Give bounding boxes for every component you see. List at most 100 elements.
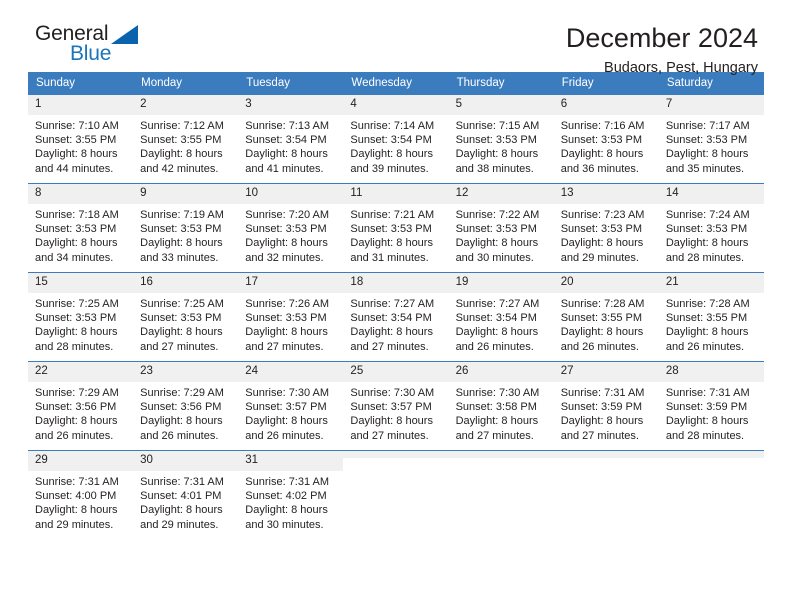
page-header: General Blue December 2024 Budaors, Pest…	[28, 0, 764, 76]
calendar-day-cell-empty	[343, 450, 449, 539]
day-daylight2-text: and 26 minutes.	[140, 429, 219, 442]
day-sunrise-text: Sunrise: 7:30 AM	[455, 387, 540, 399]
day-sunset-text: Sunset: 3:53 PM	[455, 134, 537, 147]
calendar-day-cell[interactable]: 11 Sunrise: 7:21 AM Sunset: 3:53 PM Dayligh…	[343, 183, 449, 273]
calendar-day-cell[interactable]: 15 Sunrise: 7:25 AM Sunset: 3:53 PM Dayligh…	[28, 272, 134, 362]
day-sunrise-text: Sunrise: 7:22 AM	[455, 209, 540, 221]
day-sunset-text: Sunset: 3:56 PM	[140, 401, 222, 414]
day-sun-info	[659, 458, 764, 462]
calendar-day-cell[interactable]: 24 Sunrise: 7:30 AM Sunset: 3:57 PM Dayligh…	[238, 361, 344, 451]
day-sunset-text: Sunset: 3:55 PM	[35, 134, 117, 147]
day-sunrise-text: Sunrise: 7:25 AM	[35, 298, 119, 310]
calendar-day-cell[interactable]: 9 Sunrise: 7:19 AM Sunset: 3:53 PM Daylight…	[133, 183, 239, 273]
day-sunset-text: Sunset: 3:55 PM	[140, 134, 222, 147]
calendar-day-cell[interactable]: 30 Sunrise: 7:31 AM Sunset: 4:01 PM Dayligh…	[133, 450, 239, 539]
day-sunrise-text: Sunrise: 7:31 AM	[560, 387, 645, 399]
calendar-day-cell[interactable]: 1 Sunrise: 7:10 AM Sunset: 3:55 PM Daylight…	[28, 94, 134, 184]
day-daylight2-text: and 34 minutes.	[35, 251, 114, 264]
calendar-day-cell[interactable]: 14 Sunrise: 7:24 AM Sunset: 3:53 PM Dayligh…	[658, 183, 764, 273]
title-block: December 2024 Budaors, Pest, Hungary	[566, 22, 764, 78]
day-daylight2-text: and 44 minutes.	[35, 162, 114, 175]
day-sunrise-text: Sunrise: 7:28 AM	[560, 298, 645, 310]
day-sunset-text: Sunset: 3:59 PM	[560, 401, 643, 414]
day-sun-info: Sunrise: 7:13 AM Sunset: 3:54 PM Daylight:…	[238, 115, 343, 176]
day-sun-info: Sunrise: 7:31 AM Sunset: 3:59 PM Daylight:…	[659, 382, 764, 443]
calendar-day-cell-empty	[553, 450, 659, 539]
calendar-day-cell[interactable]: 16 Sunrise: 7:25 AM Sunset: 3:53 PM Dayligh…	[133, 272, 239, 362]
day-sunset-text: Sunset: 4:01 PM	[140, 490, 222, 503]
weekday-header-tuesday: Tuesday	[238, 72, 344, 95]
day-sunset-text: Sunset: 3:53 PM	[455, 223, 537, 236]
calendar-day-cell[interactable]: 22 Sunrise: 7:29 AM Sunset: 3:56 PM Dayligh…	[28, 361, 134, 451]
calendar-day-cell[interactable]: 18 Sunrise: 7:27 AM Sunset: 3:54 PM Dayligh…	[343, 272, 449, 362]
calendar-day-cell[interactable]: 6 Sunrise: 7:16 AM Sunset: 3:53 PM Daylight…	[553, 94, 659, 184]
day-sunset-text: Sunset: 3:53 PM	[560, 134, 643, 147]
calendar-day-cell[interactable]: 10 Sunrise: 7:20 AM Sunset: 3:53 PM Dayligh…	[238, 183, 344, 273]
day-number: 2	[133, 95, 239, 115]
day-number: 21	[658, 273, 764, 293]
calendar-day-cell[interactable]: 17 Sunrise: 7:26 AM Sunset: 3:53 PM Dayligh…	[238, 272, 344, 362]
day-sun-info: Sunrise: 7:20 AM Sunset: 3:53 PM Daylight:…	[238, 204, 343, 265]
brand-logo[interactable]: General Blue	[35, 22, 175, 72]
calendar-day-cell[interactable]: 19 Sunrise: 7:27 AM Sunset: 3:54 PM Dayligh…	[448, 272, 554, 362]
day-number: 14	[658, 184, 764, 204]
day-sunrise-text: Sunrise: 7:23 AM	[560, 209, 645, 221]
day-daylight1-text: Daylight: 8 hours	[35, 148, 118, 161]
calendar-day-cell[interactable]: 5 Sunrise: 7:15 AM Sunset: 3:53 PM Daylight…	[448, 94, 554, 184]
day-sun-info: Sunrise: 7:27 AM Sunset: 3:54 PM Daylight:…	[343, 293, 448, 354]
calendar-day-cell-empty	[448, 450, 554, 539]
day-number: 3	[238, 95, 344, 115]
day-daylight2-text: and 26 minutes.	[455, 340, 534, 353]
day-sunset-text: Sunset: 3:59 PM	[665, 401, 748, 414]
calendar-day-cell[interactable]: 29 Sunrise: 7:31 AM Sunset: 4:00 PM Dayligh…	[28, 450, 134, 539]
day-number	[553, 451, 659, 458]
day-number: 5	[448, 95, 554, 115]
calendar-day-cell[interactable]: 20 Sunrise: 7:28 AM Sunset: 3:55 PM Dayligh…	[553, 272, 659, 362]
day-daylight1-text: Daylight: 8 hours	[560, 415, 644, 428]
calendar-day-cell[interactable]: 2 Sunrise: 7:12 AM Sunset: 3:55 PM Daylight…	[133, 94, 239, 184]
day-sunrise-text: Sunrise: 7:29 AM	[140, 387, 224, 399]
day-sunset-text: Sunset: 3:55 PM	[665, 312, 748, 325]
calendar-day-cell[interactable]: 8 Sunrise: 7:18 AM Sunset: 3:53 PM Daylight…	[28, 183, 134, 273]
day-daylight1-text: Daylight: 8 hours	[350, 237, 433, 250]
day-daylight2-text: and 28 minutes.	[665, 251, 745, 264]
calendar-day-cell[interactable]: 4 Sunrise: 7:14 AM Sunset: 3:54 PM Daylight…	[343, 94, 449, 184]
day-number	[448, 451, 554, 458]
day-number: 11	[343, 184, 449, 204]
day-sunrise-text: Sunrise: 7:25 AM	[140, 298, 224, 310]
calendar-day-cell[interactable]: 26 Sunrise: 7:30 AM Sunset: 3:58 PM Dayligh…	[448, 361, 554, 451]
calendar-day-cell[interactable]: 12 Sunrise: 7:22 AM Sunset: 3:53 PM Dayligh…	[448, 183, 554, 273]
day-number: 25	[343, 362, 449, 382]
day-sun-info: Sunrise: 7:15 AM Sunset: 3:53 PM Daylight:…	[449, 115, 554, 176]
calendar-day-cell[interactable]: 3 Sunrise: 7:13 AM Sunset: 3:54 PM Daylight…	[238, 94, 344, 184]
day-daylight2-text: and 30 minutes.	[455, 251, 534, 264]
day-daylight2-text: and 38 minutes.	[455, 162, 534, 175]
day-number: 16	[133, 273, 239, 293]
calendar-week-row: 29 Sunrise: 7:31 AM Sunset: 4:00 PM Dayligh…	[28, 450, 764, 539]
day-daylight2-text: and 26 minutes.	[560, 340, 639, 353]
calendar-day-cell[interactable]: 31 Sunrise: 7:31 AM Sunset: 4:02 PM Dayligh…	[238, 450, 344, 539]
day-sunset-text: Sunset: 3:53 PM	[140, 312, 222, 325]
calendar-day-cell[interactable]: 23 Sunrise: 7:29 AM Sunset: 3:56 PM Dayligh…	[133, 361, 239, 451]
day-sunrise-text: Sunrise: 7:28 AM	[665, 298, 750, 310]
calendar-day-cell[interactable]: 25 Sunrise: 7:30 AM Sunset: 3:57 PM Dayligh…	[343, 361, 449, 451]
calendar-day-cell[interactable]: 27 Sunrise: 7:31 AM Sunset: 3:59 PM Dayligh…	[553, 361, 659, 451]
day-daylight2-text: and 26 minutes.	[245, 429, 324, 442]
day-daylight1-text: Daylight: 8 hours	[665, 237, 749, 250]
calendar-day-cell[interactable]: 28 Sunrise: 7:31 AM Sunset: 3:59 PM Dayligh…	[658, 361, 764, 451]
day-daylight1-text: Daylight: 8 hours	[665, 148, 749, 161]
calendar-day-cell[interactable]: 21 Sunrise: 7:28 AM Sunset: 3:55 PM Dayligh…	[658, 272, 764, 362]
calendar-day-cell[interactable]: 13 Sunrise: 7:23 AM Sunset: 3:53 PM Dayligh…	[553, 183, 659, 273]
day-sun-info: Sunrise: 7:10 AM Sunset: 3:55 PM Daylight:…	[28, 115, 133, 176]
day-sun-info: Sunrise: 7:31 AM Sunset: 3:59 PM Daylight:…	[554, 382, 659, 443]
day-daylight2-text: and 26 minutes.	[35, 429, 114, 442]
day-sunset-text: Sunset: 3:53 PM	[350, 223, 432, 236]
calendar-day-cell[interactable]: 7 Sunrise: 7:17 AM Sunset: 3:53 PM Daylight…	[658, 94, 764, 184]
calendar-body: 1 Sunrise: 7:10 AM Sunset: 3:55 PM Daylight…	[28, 94, 764, 539]
day-sun-info: Sunrise: 7:30 AM Sunset: 3:58 PM Daylight:…	[449, 382, 554, 443]
day-daylight1-text: Daylight: 8 hours	[560, 326, 644, 339]
day-sunrise-text: Sunrise: 7:31 AM	[35, 476, 119, 488]
day-number: 8	[28, 184, 134, 204]
day-number: 26	[448, 362, 554, 382]
day-sunset-text: Sunset: 3:53 PM	[665, 134, 748, 147]
